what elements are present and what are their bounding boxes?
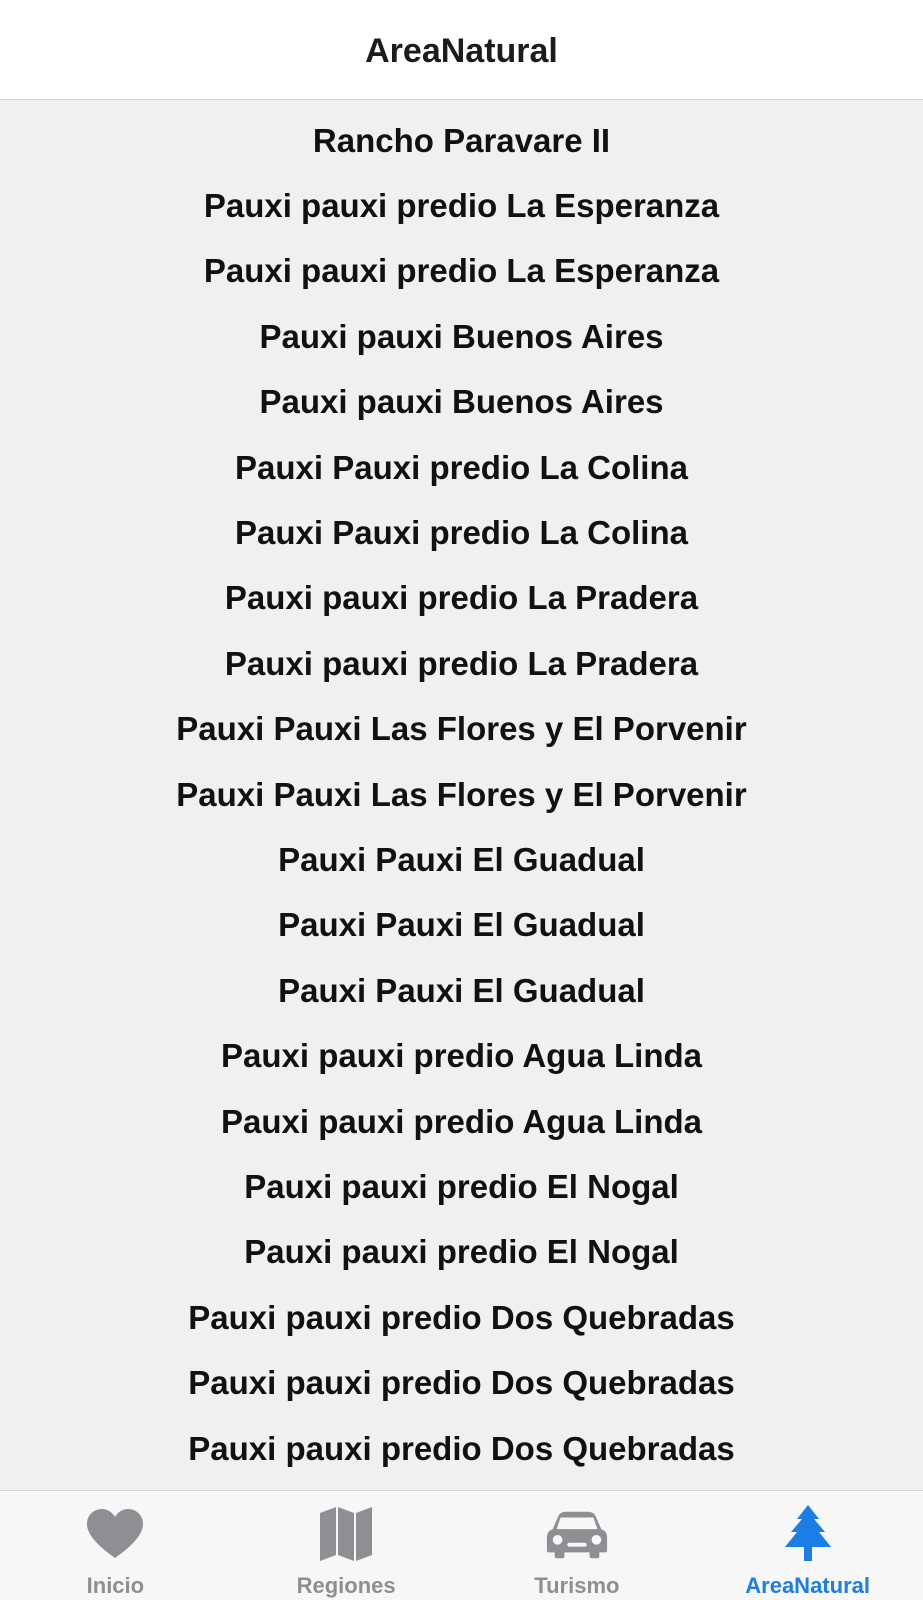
list-item[interactable]: Pauxi Pauxi predio La Colina xyxy=(0,435,923,500)
tree-icon xyxy=(776,1505,840,1563)
list-item[interactable]: Pauxi Pauxi Las Flores y El Porvenir xyxy=(0,762,923,827)
tab-regiones[interactable]: Regiones xyxy=(231,1491,462,1600)
tab-label: Turismo xyxy=(534,1573,620,1598)
area-list[interactable]: Rancho Paravare II Pauxi pauxi predio La … xyxy=(0,108,923,1488)
list-item[interactable]: Pauxi pauxi predio La Pradera xyxy=(0,566,923,631)
list-item[interactable]: Pauxi pauxi predio La Pradera xyxy=(0,631,923,696)
list-item[interactable]: Pauxi pauxi predio Agua Linda xyxy=(0,1023,923,1088)
car-icon xyxy=(545,1505,609,1563)
list-item[interactable]: Pauxi Pauxi predio La Colina xyxy=(0,500,923,565)
list-item[interactable]: Pauxi pauxi predio Dos Quebradas xyxy=(0,1285,923,1350)
page-title: AreaNatural xyxy=(365,32,558,70)
navigation-bar: AreaNatural xyxy=(0,0,923,100)
list-item[interactable]: Pauxi pauxi predio Dos Quebradas xyxy=(0,1350,923,1415)
tab-bar: Inicio Regiones Turismo AreaNatural xyxy=(0,1490,923,1600)
tab-areanatural[interactable]: AreaNatural xyxy=(692,1491,923,1600)
tab-turismo[interactable]: Turismo xyxy=(462,1491,693,1600)
list-item[interactable]: Pauxi Pauxi Las Flores y El Porvenir xyxy=(0,697,923,762)
tab-label: Inicio xyxy=(86,1573,145,1598)
tab-inicio[interactable]: Inicio xyxy=(0,1491,231,1600)
list-item[interactable]: Pauxi pauxi predio El Nogal xyxy=(0,1154,923,1219)
list-item[interactable]: Pauxi pauxi predio Agua Linda xyxy=(0,1089,923,1154)
list-item[interactable]: Pauxi pauxi predio Dos Quebradas xyxy=(0,1416,923,1481)
list-item[interactable]: Pauxi pauxi predio La Esperanza xyxy=(0,173,923,238)
map-icon xyxy=(314,1505,378,1563)
list-item[interactable]: Pauxi pauxi predio La Esperanza xyxy=(0,239,923,304)
list-item[interactable]: Pauxi pauxi Buenos Aires xyxy=(0,370,923,435)
list-item[interactable]: Pauxi Pauxi El Guadual xyxy=(0,893,923,958)
list-item[interactable]: Pauxi pauxi predio El Nogal xyxy=(0,1220,923,1285)
tab-label: Regiones xyxy=(296,1573,396,1598)
list-item[interactable]: Pauxi Pauxi El Guadual xyxy=(0,958,923,1023)
tab-label: AreaNatural xyxy=(745,1573,870,1598)
list-item[interactable]: Pauxi Pauxi El Guadual xyxy=(0,827,923,892)
heart-icon xyxy=(83,1505,147,1563)
list-item[interactable]: Pauxi pauxi Buenos Aires xyxy=(0,304,923,369)
list-item[interactable]: Rancho Paravare II xyxy=(0,108,923,173)
